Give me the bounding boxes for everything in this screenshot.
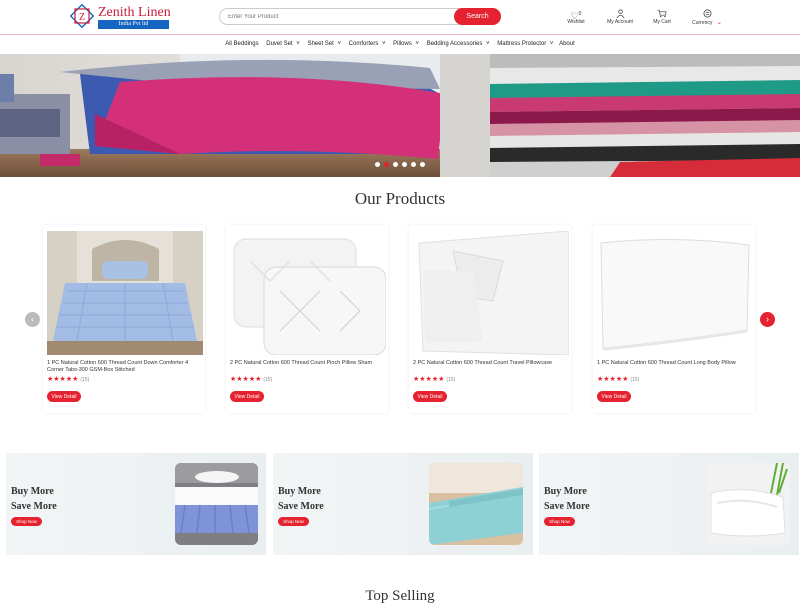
- promo-line-1: Buy More: [11, 486, 54, 497]
- view-detail-button[interactable]: View Detail: [597, 391, 631, 402]
- promo-image: [707, 463, 790, 545]
- review-count: (15): [630, 377, 640, 383]
- nav-item-all-beddings[interactable]: All Beddings: [225, 41, 258, 47]
- review-count: (15): [80, 377, 90, 383]
- currency-icon: [688, 9, 726, 19]
- carousel-prev-button[interactable]: ‹: [25, 312, 40, 327]
- rating-stars: ★★★★★ (15): [230, 375, 272, 383]
- nav-item-sheet-set[interactable]: Sheet Set ˅: [305, 41, 341, 47]
- search-bar: Search: [219, 8, 501, 25]
- shop-now-button[interactable]: Shop Now: [11, 517, 42, 526]
- promo-line-2: Save More: [544, 501, 590, 512]
- review-count: (15): [263, 377, 273, 383]
- slider-dot[interactable]: [411, 162, 416, 167]
- wishlist-count: 0: [578, 11, 582, 17]
- hero-slider-dots: [375, 154, 429, 167]
- rating-stars: ★★★★★ (15): [597, 375, 639, 383]
- shop-now-button[interactable]: Shop Now: [544, 517, 575, 526]
- slider-dot[interactable]: [402, 162, 407, 167]
- promo-line-2: Save More: [278, 501, 324, 512]
- rating-stars: ★★★★★ (15): [47, 375, 89, 383]
- nav-label: Comforters: [348, 41, 379, 47]
- nav-item-duvet-set[interactable]: Duvet Set ˅: [264, 41, 300, 47]
- carousel-next-button[interactable]: ›: [760, 312, 775, 327]
- nav-label: Pillows: [393, 41, 412, 47]
- logo-mark-icon: Z: [70, 4, 94, 28]
- product-name[interactable]: 1 PC Natural Cotton 600 Thread Count Dow…: [47, 360, 202, 374]
- product-image[interactable]: [230, 231, 386, 355]
- nav-label: Sheet Set: [307, 41, 334, 47]
- star-icons: ★★★★★: [413, 376, 445, 383]
- cart-label: My Cart: [653, 19, 671, 25]
- section-title-top-selling: Top Selling: [365, 588, 435, 604]
- site-header: Z Zenith Linen India Pvt ltd Search ♡0 W…: [0, 0, 800, 34]
- product-image[interactable]: [413, 231, 569, 355]
- nav-item-comforters[interactable]: Comforters ˅: [347, 41, 386, 47]
- nav-item-mattress-protector[interactable]: Mattress Protector ˅: [495, 41, 553, 47]
- promo-line-2: Save More: [11, 501, 57, 512]
- nav-item-bedding-accessories[interactable]: Bedding Accessories ˅: [425, 41, 490, 47]
- cart-link[interactable]: My Cart: [650, 9, 674, 25]
- product-name[interactable]: 2 PC Natural Cotton 600 Thread Count Pin…: [230, 360, 385, 367]
- nav-label: Bedding Accessories: [426, 41, 483, 47]
- slider-dot-active[interactable]: [384, 162, 389, 167]
- nav-item-about[interactable]: About: [559, 41, 575, 47]
- promo-banner[interactable]: Buy More Save More Shop Now: [539, 453, 799, 555]
- product-image[interactable]: [47, 231, 203, 355]
- slider-dot[interactable]: [375, 162, 380, 167]
- product-card[interactable]: 1 PC Natural Cotton 600 Thread Count Lon…: [593, 225, 755, 413]
- promo-image: [429, 463, 523, 545]
- view-detail-button[interactable]: View Detail: [413, 391, 447, 402]
- view-detail-button[interactable]: View Detail: [230, 391, 264, 402]
- promo-image: [175, 463, 258, 545]
- search-button[interactable]: Search: [454, 8, 501, 25]
- currency-label: Currency: [692, 20, 713, 26]
- star-icons: ★★★★★: [47, 376, 79, 383]
- chevron-left-icon: ‹: [31, 314, 34, 324]
- product-name[interactable]: 2 PC Natural Cotton 600 Thread Count Tra…: [413, 360, 568, 367]
- account-link[interactable]: My Account: [603, 9, 637, 25]
- product-card[interactable]: 2 PC Natural Cotton 600 Thread Count Tra…: [409, 225, 571, 413]
- slider-dot[interactable]: [420, 162, 425, 167]
- heart-icon: ♡0: [570, 11, 582, 21]
- main-nav: All Beddings Duvet Set ˅ Sheet Set ˅ Com…: [0, 35, 800, 53]
- promo-line-1: Buy More: [544, 486, 587, 497]
- product-card[interactable]: 2 PC Natural Cotton 600 Thread Count Pin…: [226, 225, 388, 413]
- promo-banner[interactable]: Buy More Save More Shop Now: [6, 453, 266, 555]
- nav-label: Duvet Set: [266, 41, 293, 47]
- nav-item-pillows[interactable]: Pillows ˅: [391, 41, 419, 47]
- shop-now-button[interactable]: Shop Now: [278, 517, 309, 526]
- promo-banner[interactable]: Buy More Save More Shop Now: [273, 453, 533, 555]
- view-detail-button[interactable]: View Detail: [47, 391, 81, 402]
- section-title-our-products: Our Products: [354, 189, 446, 208]
- product-name[interactable]: 1 PC Natural Cotton 600 Thread Count Lon…: [597, 360, 752, 367]
- review-count: (15): [446, 377, 456, 383]
- brand-logo[interactable]: Z Zenith Linen India Pvt ltd: [70, 4, 180, 30]
- wishlist-label: Wishlist: [567, 19, 585, 25]
- product-image[interactable]: [597, 231, 753, 355]
- chevron-right-icon: ›: [766, 314, 769, 324]
- product-card[interactable]: 1 PC Natural Cotton 600 Thread Count Dow…: [43, 225, 205, 413]
- currency-selector[interactable]: Currency ⌄: [688, 9, 726, 26]
- brand-tagline: India Pvt ltd: [98, 20, 169, 29]
- cart-icon: [650, 9, 674, 19]
- wishlist-link[interactable]: ♡0 Wishlist: [564, 9, 588, 25]
- rating-stars: ★★★★★ (15): [413, 375, 455, 383]
- chevron-down-icon: ⌄: [716, 20, 722, 26]
- brand-name: Zenith Linen: [98, 5, 171, 20]
- nav-label: Mattress Protector: [497, 41, 547, 47]
- svg-text:Z: Z: [79, 12, 85, 23]
- star-icons: ★★★★★: [597, 376, 629, 383]
- search-input[interactable]: [228, 11, 448, 23]
- slider-dot[interactable]: [393, 162, 398, 167]
- star-icons: ★★★★★: [230, 376, 262, 383]
- user-icon: [603, 9, 637, 19]
- account-label: My Account: [607, 19, 633, 25]
- promo-line-1: Buy More: [278, 486, 321, 497]
